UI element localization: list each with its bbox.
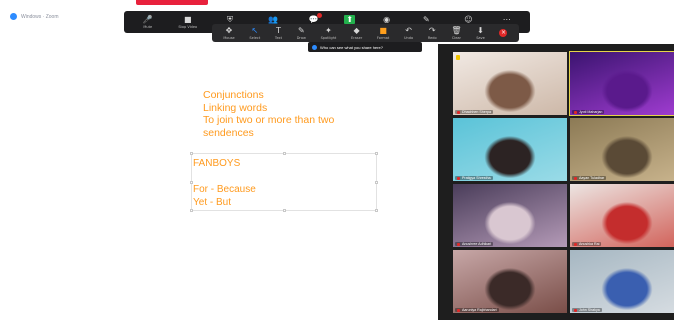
redo-icon: ↷ [428,26,436,35]
resize-handle[interactable] [190,209,193,212]
annotation-toolbar: ✥ Mouse ↖ Select T Text ✎ Draw ✦ Spotlig… [212,24,519,42]
reactions-icon: ☺ [464,15,473,24]
hint-text: Who can see what you share here? [320,44,383,50]
participant-tile[interactable]: Anushka Rai [570,184,674,247]
tool-clear[interactable]: 🗑 Clear [451,26,461,40]
annotate-icon: ✎ [422,15,430,24]
share-screen-icon: ⬆ [344,15,356,24]
mic-muted-icon [457,308,460,312]
mouse-icon: ✥ [225,26,233,35]
stop-video-button[interactable]: ■ Stop Video [178,15,197,29]
mute-button[interactable]: 🎤 Mute [143,15,153,29]
annotation-line: Yet - But [193,197,231,208]
share-indicator-strip [136,0,208,5]
record-icon: ◉ [383,15,391,24]
annotation-line: Conjunctions [203,89,264,101]
tool-save[interactable]: ⬇ Save [476,26,485,40]
close-annotation-button[interactable]: × [499,29,508,37]
format-icon: ■ [379,26,387,35]
resize-handle[interactable] [190,152,193,155]
window-title-text: Windows · Zoom [21,13,59,20]
participant-tile[interactable]: Dhachhen Sherpa [453,52,567,115]
annotation-line: To join two or more than two [203,114,335,126]
annotation-line: For - Because [193,184,256,195]
mic-muted-icon [574,242,577,246]
participant-name: Anushka Rai [579,242,600,246]
mic-muted-icon [574,110,577,114]
mic-muted-icon [457,110,460,114]
resize-handle[interactable] [283,209,286,212]
resize-handle[interactable] [375,181,378,184]
participant-video [570,250,674,313]
participant-name: Aayan Tuladhar [579,176,605,180]
speaking-indicator-icon [456,55,460,60]
mic-muted-icon [457,242,460,246]
microphone-icon: 🎤 [142,15,153,24]
select-icon: ↖ [251,26,259,35]
spotlight-icon: ✦ [325,26,332,35]
resize-handle[interactable] [375,209,378,212]
clear-icon: 🗑 [451,26,462,35]
participant-video [570,118,674,181]
tool-draw[interactable]: ✎ Draw [297,26,306,40]
participant-tile[interactable]: Pratigya Shrestha [453,118,567,181]
participant-video [453,52,567,115]
mic-muted-icon [574,176,577,180]
close-icon: × [499,29,508,37]
tool-spotlight[interactable]: ✦ Spotlight [321,26,337,40]
undo-icon: ↶ [405,26,412,35]
participant-name: Dhachhen Sherpa [462,110,491,114]
participant-name: Jyoti Maharjan [579,110,603,114]
zoom-logo-icon [10,13,17,20]
participant-name: Anushree Adhikari [462,242,492,246]
save-icon: ⬇ [477,26,484,35]
tool-text[interactable]: T Text [275,26,282,40]
eraser-icon: ◆ [353,26,360,35]
annotation-text-box: FANBOYS For - Because Yet - But [193,157,256,209]
participant-video [453,184,567,247]
participant-name: Aaruniya Rajbhandari [462,308,497,312]
tool-eraser[interactable]: ◆ Eraser [351,26,362,40]
security-icon: ⛨ [226,15,233,24]
chat-badge [316,13,322,18]
participant-tile[interactable]: Anushree Adhikari [453,184,567,247]
mic-muted-icon [457,176,460,180]
participant-video [453,250,567,313]
annotation-line [193,170,256,183]
tool-redo[interactable]: ↷ Redo [428,26,437,40]
annotation-line: FANBOYS [193,158,241,169]
resize-handle[interactable] [283,152,286,155]
participant-tile[interactable]: John Shakya [570,250,674,313]
tool-mouse[interactable]: ✥ Mouse [223,26,234,40]
annotation-line: Linking words [203,101,268,114]
mic-muted-icon [574,308,577,312]
participant-video [453,118,567,181]
camera-icon: ■ [183,15,192,24]
participant-tile[interactable]: Aayan Tuladhar [570,118,674,181]
more-icon: ⋯ [502,15,511,24]
tool-undo[interactable]: ↶ Undo [404,26,413,40]
tool-format[interactable]: ■ Format [377,26,389,40]
window-title: Windows · Zoom [10,13,59,20]
participant-gallery: Dhachhen Sherpa Jyoti Maharjan Pratigya … [438,44,674,320]
annotation-line: sendences [203,126,254,139]
share-visibility-hint[interactable]: Who can see what you share here? [308,42,422,52]
participant-video [570,184,674,247]
draw-icon: ✎ [297,26,305,35]
participant-video [570,52,674,115]
participant-name: Pratigya Shrestha [462,176,491,180]
annotation-text-top: Conjunctions Linking words To join two o… [203,89,334,139]
text-icon: T [276,26,281,35]
info-icon [312,44,317,50]
tool-select[interactable]: ↖ Select [249,26,260,40]
participants-icon: 👥 [268,15,278,24]
participant-tile[interactable]: Jyoti Maharjan [569,51,674,116]
participant-name: John Shakya [579,308,600,312]
resize-handle[interactable] [375,152,378,155]
participant-tile[interactable]: Aaruniya Rajbhandari [453,250,567,313]
